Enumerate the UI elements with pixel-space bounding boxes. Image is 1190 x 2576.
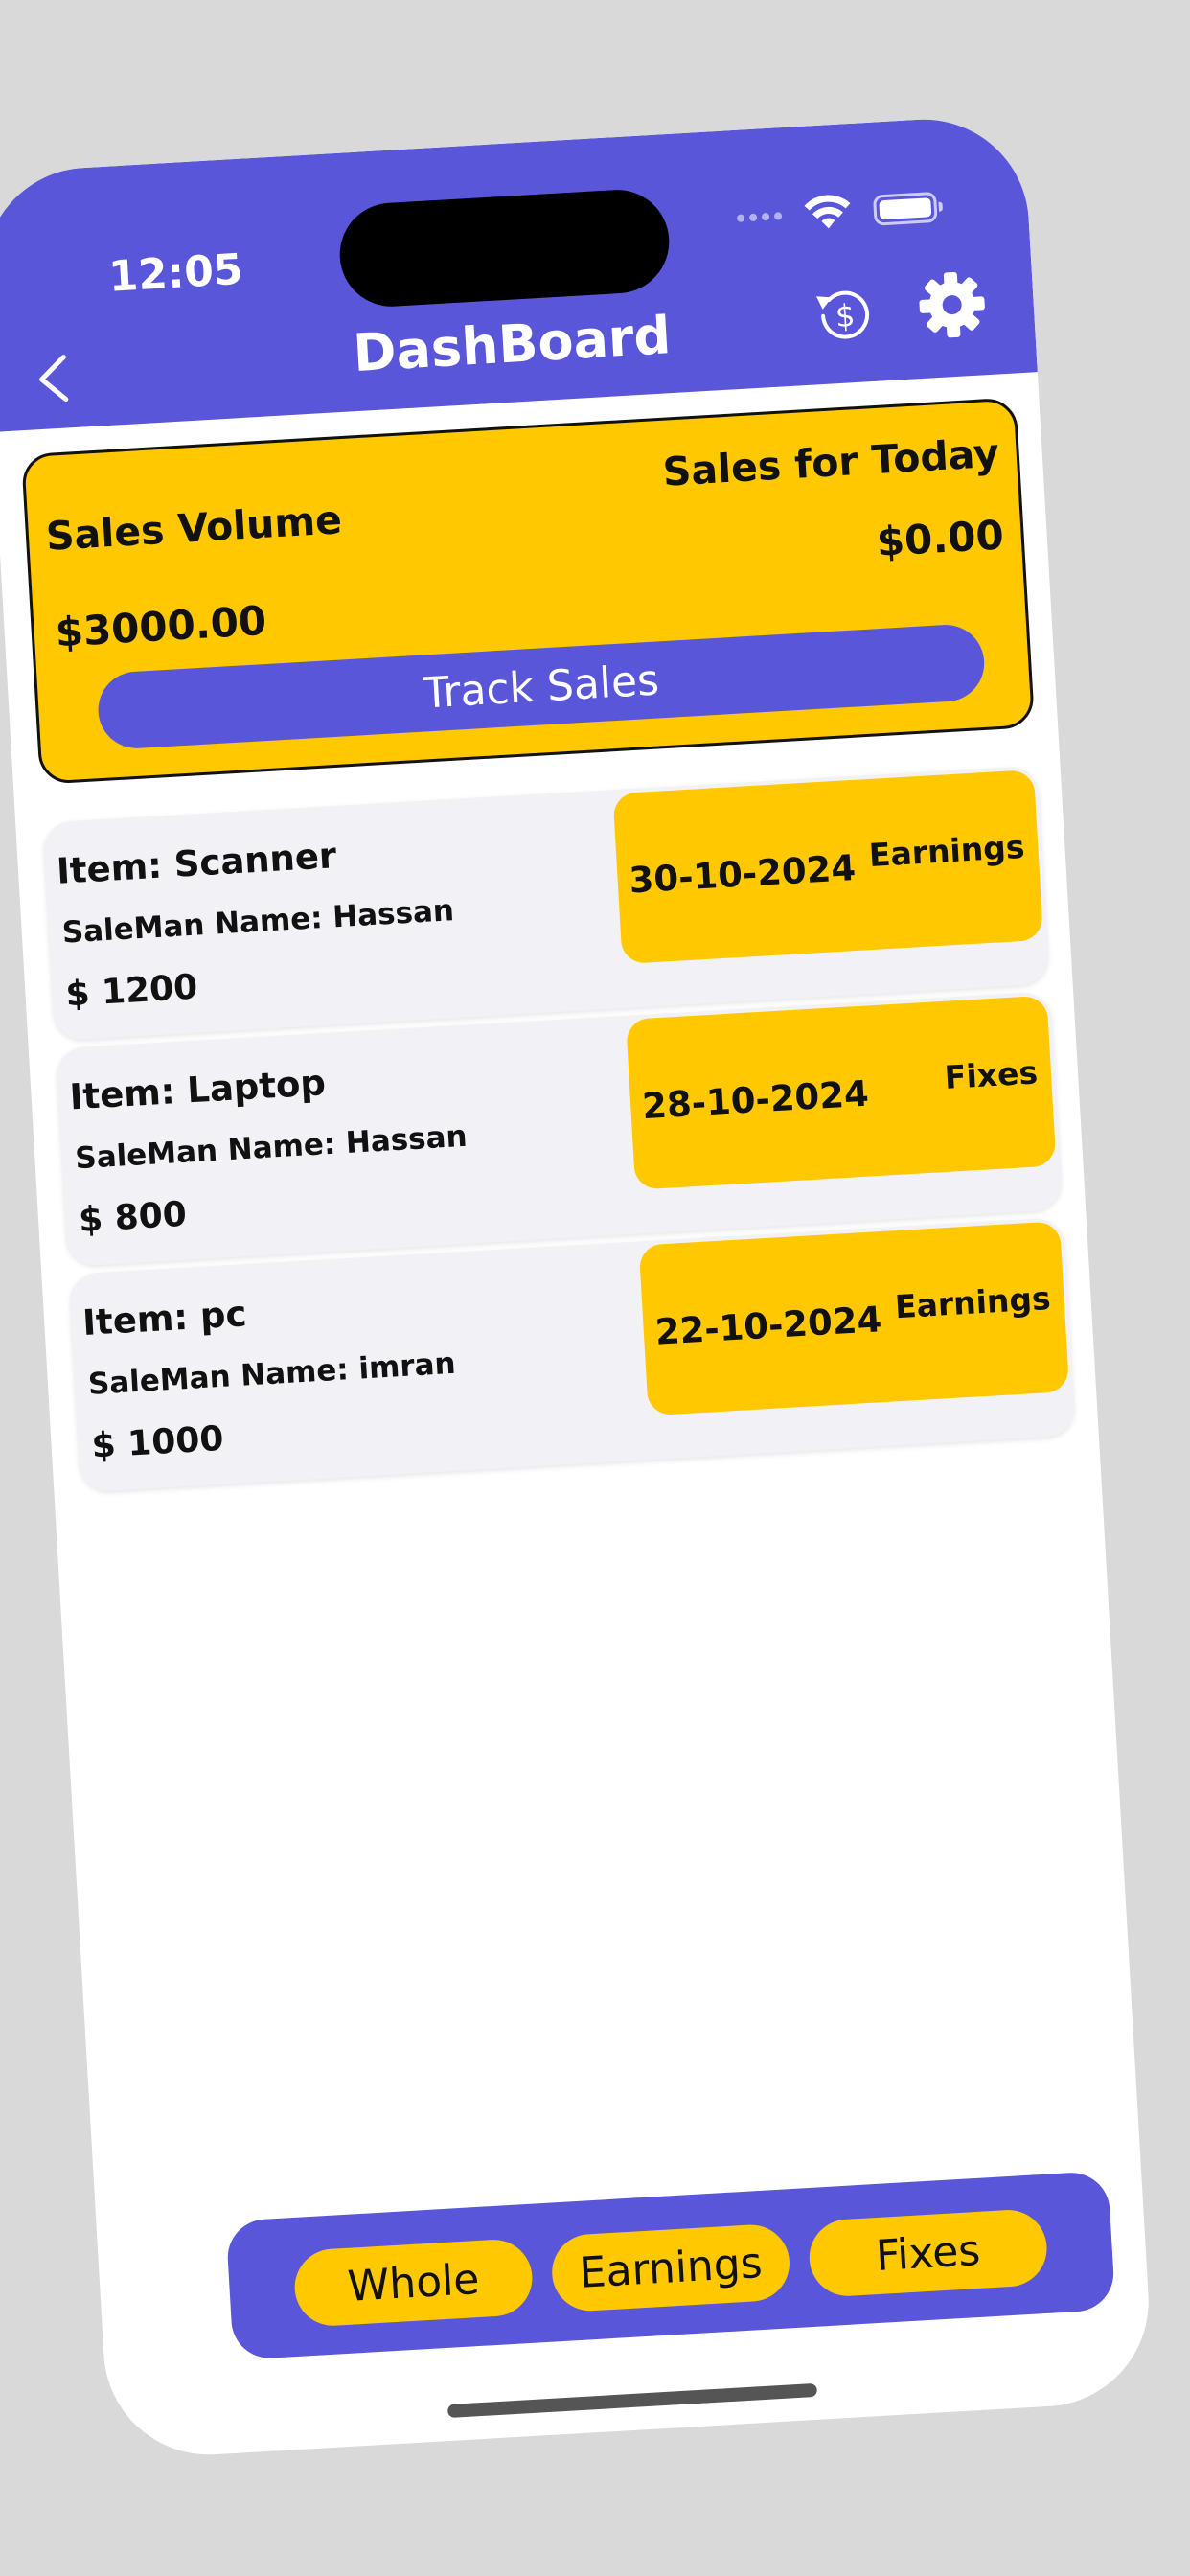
wifi-icon [804,195,851,229]
salesman-name: SaleMan Name: imran [87,1346,457,1402]
sale-date: 22-10-2024 [653,1299,883,1353]
sale-date: 28-10-2024 [641,1072,870,1128]
sale-tag-box: 22-10-2024 Earnings [638,1221,1070,1416]
sales-today-value: $0.00 [875,511,1005,566]
status-icons [736,188,938,238]
sales-list: Item: Scanner SaleMan Name: Hassan $ 120… [42,765,1076,1501]
sale-row[interactable]: Item: pc SaleMan Name: imran $ 1000 22-1… [68,1217,1076,1493]
filter-fixes-button[interactable]: Fixes [807,2207,1049,2299]
filter-whole-button[interactable]: Whole [292,2237,535,2328]
sale-type: Earnings [867,827,1026,875]
sale-type: Fixes [943,1053,1040,1096]
svg-text:$: $ [835,297,857,334]
sale-tag-box: 30-10-2024 Earnings [612,770,1043,965]
gear-icon[interactable] [915,267,990,342]
header-bar: 12:05 DashBoard $ [0,113,1038,432]
dollar-history-icon[interactable]: $ [808,277,882,352]
salesman-name: SaleMan Name: Hassan [60,893,455,951]
phone-screen: 12:05 DashBoard $ Sales Volume $3000.00 … [0,113,1155,2461]
battery-icon [872,191,938,226]
sales-summary-card: Sales Volume $3000.00 Sales for Today $0… [21,397,1036,785]
sale-tag-box: 28-10-2024 Fixes [626,995,1057,1190]
filter-earnings-button[interactable]: Earnings [549,2222,792,2313]
item-name: Item: pc [81,1293,248,1345]
sale-amount: $ 1000 [90,1418,225,1466]
dynamic-island [336,187,673,310]
item-name: Item: Laptop [68,1062,327,1118]
sale-amount: $ 800 [77,1194,188,1241]
sale-type: Earnings [893,1278,1052,1326]
filter-bar: Whole Earnings Fixes [225,2171,1116,2360]
sales-today-label: Sales for Today [661,429,1001,495]
cellular-signal-icon [736,212,783,222]
sales-volume-label: Sales Volume [44,496,344,560]
home-indicator[interactable] [446,2382,818,2419]
status-time: 12:05 [107,244,244,302]
sales-volume-value: $3000.00 [54,596,268,656]
sale-date: 30-10-2024 [628,846,858,902]
sale-amount: $ 1200 [64,967,199,1015]
salesman-name: SaleMan Name: Hassan [74,1118,469,1177]
item-name: Item: Scanner [55,835,338,892]
screen: 12:05 DashBoard $ Sales Volume $3000.00 … [0,0,1190,2576]
